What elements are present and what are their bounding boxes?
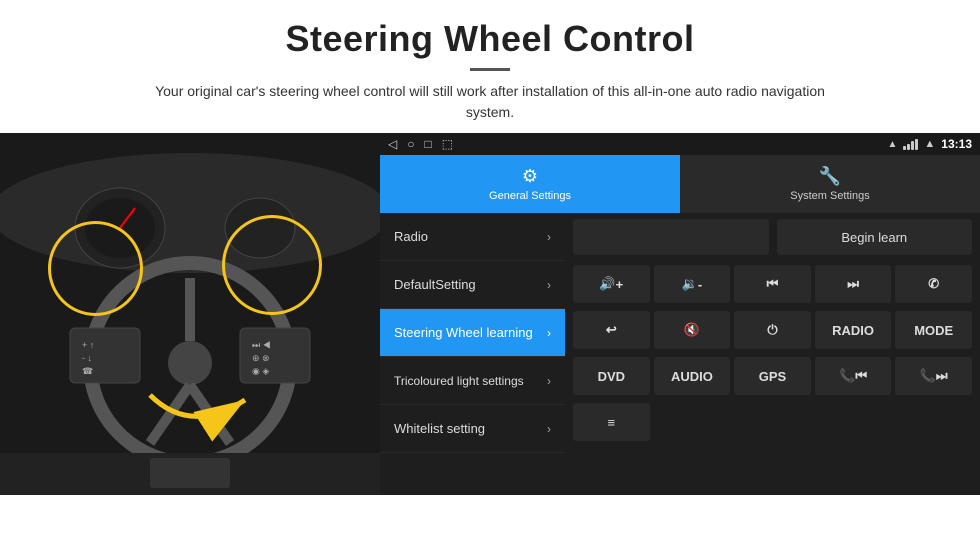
status-bar-left: ◁ ○ □ ⬚ [388, 137, 453, 151]
main-panel: Radio › DefaultSetting › Steering Wheel … [380, 213, 980, 495]
control-buttons-row1: 🔊+ 🔉- ⏮ ⏭ ✆ [565, 261, 980, 307]
car-image-bg: + ↑ - ↓ ☎ ⏭ ◀ ⊕ ⊗ ◉ ◈ [0, 133, 380, 495]
highlight-circle-right [222, 215, 322, 315]
back-nav-icon[interactable]: ◁ [388, 137, 397, 151]
radio-button[interactable]: RADIO [815, 311, 892, 349]
svg-text:☎: ☎ [82, 366, 93, 376]
vol-up-button[interactable]: 🔊+ [573, 265, 650, 303]
content-area: + ↑ - ↓ ☎ ⏭ ◀ ⊕ ⊗ ◉ ◈ [0, 133, 980, 495]
menu-tricoloured-label: Tricoloured light settings [394, 374, 524, 388]
car-image-area: + ↑ - ↓ ☎ ⏭ ◀ ⊕ ⊗ ◉ ◈ [0, 133, 380, 495]
mute-icon: 🔇 [684, 322, 700, 338]
control-buttons-row4: ≡ [565, 399, 980, 445]
prev-track-button[interactable]: ⏮ [734, 265, 811, 303]
gps-label: GPS [759, 369, 786, 384]
control-buttons-row2: ↩ 🔇 ⏻ RADIO MODE [565, 307, 980, 353]
menu-item-steering[interactable]: Steering Wheel learning › [380, 309, 565, 357]
menu-item-tricoloured[interactable]: Tricoloured light settings › [380, 357, 565, 405]
general-settings-icon: ⚙ [522, 166, 538, 187]
vol-up-icon: 🔊 [599, 276, 615, 292]
tab-general-label: General Settings [489, 190, 571, 202]
menu-icon-button[interactable]: ≡ [573, 403, 650, 441]
android-screen: ◁ ○ □ ⬚ ▲ ▲ 13:13 [380, 133, 980, 495]
menu-whitelist-arrow: › [547, 422, 551, 436]
status-bar-right: ▲ ▲ 13:13 [888, 137, 973, 151]
dvd-button[interactable]: DVD [573, 357, 650, 395]
begin-learn-row: Begin learn [565, 213, 980, 261]
learn-spacer [573, 219, 769, 255]
tab-system-label: System Settings [790, 190, 869, 202]
menu-list-icon: ≡ [608, 415, 616, 430]
radio-label: RADIO [832, 323, 874, 338]
left-menu: Radio › DefaultSetting › Steering Wheel … [380, 213, 565, 495]
menu-steering-label: Steering Wheel learning [394, 325, 533, 340]
dvd-label: DVD [598, 369, 625, 384]
menu-item-radio[interactable]: Radio › [380, 213, 565, 261]
mode-button[interactable]: MODE [895, 311, 972, 349]
tel-prev-icon: 📞⏮ [839, 368, 867, 384]
gps-button[interactable]: GPS [734, 357, 811, 395]
menu-radio-arrow: › [547, 230, 551, 244]
control-buttons-row3: DVD AUDIO GPS 📞⏮ 📞⏭ [565, 353, 980, 399]
signal-icon [903, 139, 918, 150]
begin-learn-button[interactable]: Begin learn [777, 219, 973, 255]
menu-steering-arrow: › [547, 326, 551, 340]
next-track-button[interactable]: ⏭ [815, 265, 892, 303]
menu-default-arrow: › [547, 278, 551, 292]
audio-label: AUDIO [671, 369, 713, 384]
svg-text:⊕ ⊗: ⊕ ⊗ [252, 353, 270, 363]
svg-text:⏭ ◀: ⏭ ◀ [252, 340, 271, 350]
mode-label: MODE [914, 323, 953, 338]
mute-button[interactable]: 🔇 [654, 311, 731, 349]
arrow-indicator [140, 365, 260, 445]
tel-next-icon: 📞⏭ [920, 368, 948, 384]
svg-text:+ ↑: + ↑ [82, 340, 94, 350]
system-settings-icon: 🔧 [819, 166, 841, 187]
phone-hangup-button[interactable]: ↩ [573, 311, 650, 349]
power-icon: ⏻ [767, 322, 777, 338]
subtitle: Your original car's steering wheel contr… [140, 81, 840, 123]
prev-track-icon: ⏮ [767, 276, 779, 292]
menu-default-label: DefaultSetting [394, 277, 476, 292]
phone-answer-icon: ✆ [928, 276, 939, 292]
status-time: 13:13 [941, 137, 972, 151]
gps-status-icon: ▲ [888, 139, 898, 150]
right-controls: Begin learn 🔊+ 🔉- ⏮ ⏭ [565, 213, 980, 495]
tel-next-button[interactable]: 📞⏭ [895, 357, 972, 395]
tab-general-settings[interactable]: ⚙ General Settings [380, 155, 680, 213]
home-nav-icon[interactable]: ○ [407, 137, 414, 151]
power-button[interactable]: ⏻ [734, 311, 811, 349]
menu-item-whitelist[interactable]: Whitelist setting › [380, 405, 565, 453]
wifi-icon: ▲ [924, 138, 935, 150]
tab-system-settings[interactable]: 🔧 System Settings [680, 155, 980, 213]
page-title: Steering Wheel Control [20, 18, 960, 60]
status-bar: ◁ ○ □ ⬚ ▲ ▲ 13:13 [380, 133, 980, 155]
top-section: Steering Wheel Control Your original car… [0, 0, 980, 133]
menu-whitelist-label: Whitelist setting [394, 421, 485, 436]
screenshot-icon[interactable]: ⬚ [442, 137, 453, 151]
title-divider [470, 68, 510, 71]
phone-hangup-icon: ↩ [606, 322, 617, 338]
next-track-icon: ⏭ [847, 276, 859, 292]
recent-nav-icon[interactable]: □ [424, 137, 431, 151]
menu-item-default[interactable]: DefaultSetting › [380, 261, 565, 309]
tab-bar: ⚙ General Settings 🔧 System Settings [380, 155, 980, 213]
vol-down-icon: 🔉 [682, 276, 698, 292]
highlight-circle-left [48, 221, 143, 316]
vol-down-button[interactable]: 🔉- [654, 265, 731, 303]
menu-tricoloured-arrow: › [547, 374, 551, 388]
audio-button[interactable]: AUDIO [654, 357, 731, 395]
svg-text:- ↓: - ↓ [82, 353, 92, 363]
menu-radio-label: Radio [394, 229, 428, 244]
tel-prev-button[interactable]: 📞⏮ [815, 357, 892, 395]
phone-answer-button[interactable]: ✆ [895, 265, 972, 303]
